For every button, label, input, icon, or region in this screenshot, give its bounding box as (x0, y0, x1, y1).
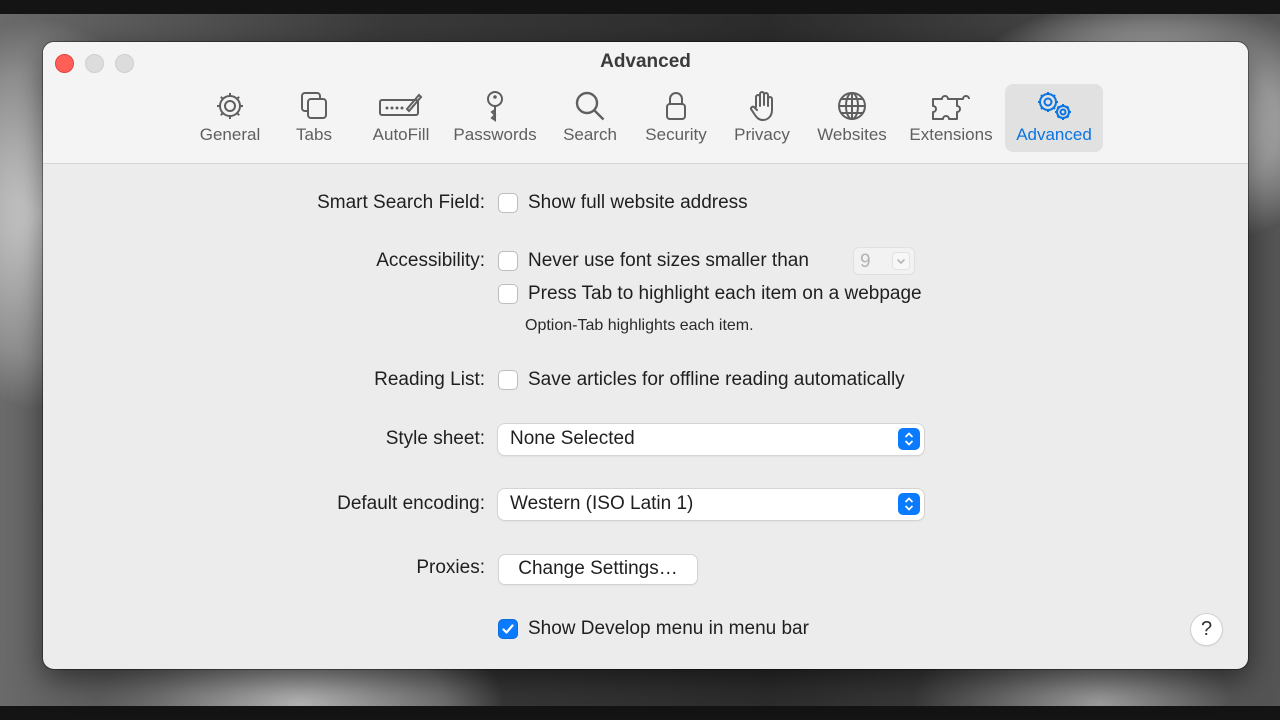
tab-general[interactable]: General (191, 84, 269, 152)
offline-reading-text: Save articles for offline reading automa… (528, 369, 905, 390)
gear-icon (217, 93, 243, 119)
lock-icon (666, 92, 686, 120)
chevron-down-icon (892, 252, 910, 270)
change-settings-button[interactable]: Change Settings… (499, 555, 697, 584)
option-tab-hint: Option-Tab highlights each item. (525, 317, 754, 334)
checkmark-icon (502, 624, 514, 634)
globe-icon (838, 92, 866, 120)
tab-label: Websites (817, 125, 887, 144)
show-full-address-text: Show full website address (528, 192, 748, 213)
tab-label: Security (645, 125, 707, 144)
puzzle-icon (932, 95, 970, 120)
preferences-window: Advanced General Tabs AutoFill Passwords… (43, 42, 1248, 669)
offline-reading-checkbox[interactable] (498, 370, 518, 390)
style-sheet-popup[interactable]: None Selected (498, 424, 924, 455)
press-tab-checkbox[interactable] (498, 284, 518, 304)
tab-label: Tabs (296, 125, 332, 144)
default-encoding-value: Western (ISO Latin 1) (510, 493, 694, 514)
tabs-icon (301, 92, 327, 119)
tab-label: Passwords (453, 125, 537, 144)
tab-label: Search (563, 125, 617, 144)
tab-label: Advanced (1016, 125, 1092, 144)
show-full-address-checkbox[interactable] (498, 193, 518, 213)
gears-icon (1038, 92, 1071, 120)
font-size-popup[interactable]: 9 (853, 247, 915, 275)
tab-extensions[interactable]: Extensions (903, 84, 999, 152)
tab-tabs[interactable]: Tabs (283, 84, 345, 152)
tab-privacy[interactable]: Privacy (727, 84, 797, 152)
style-sheet-label: Style sheet: (385, 428, 485, 449)
reading-list-label: Reading List: (374, 369, 485, 390)
tab-label: Extensions (909, 125, 993, 144)
window-title: Advanced (600, 51, 691, 72)
tab-label: AutoFill (372, 125, 430, 144)
key-icon (487, 91, 503, 122)
hand-icon (750, 91, 773, 122)
updown-arrows-icon (898, 428, 920, 450)
updown-arrows-icon (898, 493, 920, 515)
autofill-icon (379, 93, 423, 116)
press-tab-text: Press Tab to highlight each item on a we… (528, 283, 922, 304)
tab-label: General (199, 125, 261, 144)
tab-autofill[interactable]: AutoFill (361, 84, 441, 152)
min-font-size-text: Never use font sizes smaller than (528, 250, 809, 271)
proxies-label: Proxies: (416, 557, 485, 578)
accessibility-label: Accessibility: (376, 250, 485, 271)
tab-search[interactable]: Search (555, 84, 625, 152)
default-encoding-label: Default encoding: (337, 493, 485, 514)
search-icon (575, 91, 605, 121)
toolbar: Advanced General Tabs AutoFill Passwords… (43, 42, 1248, 164)
style-sheet-value: None Selected (510, 428, 635, 449)
tab-websites[interactable]: Websites (810, 84, 894, 152)
develop-menu-text: Show Develop menu in menu bar (528, 618, 809, 639)
min-font-size-checkbox[interactable] (498, 251, 518, 271)
default-encoding-popup[interactable]: Western (ISO Latin 1) (498, 489, 924, 520)
tab-advanced[interactable]: Advanced (1005, 84, 1103, 152)
smart-search-label: Smart Search Field: (317, 192, 485, 213)
tab-label: Privacy (734, 125, 790, 144)
tab-passwords[interactable]: Passwords (448, 84, 542, 152)
tab-security[interactable]: Security (638, 84, 714, 152)
font-size-value: 9 (860, 251, 871, 272)
help-button[interactable]: ? (1191, 614, 1222, 645)
develop-menu-checkbox[interactable] (498, 619, 518, 639)
